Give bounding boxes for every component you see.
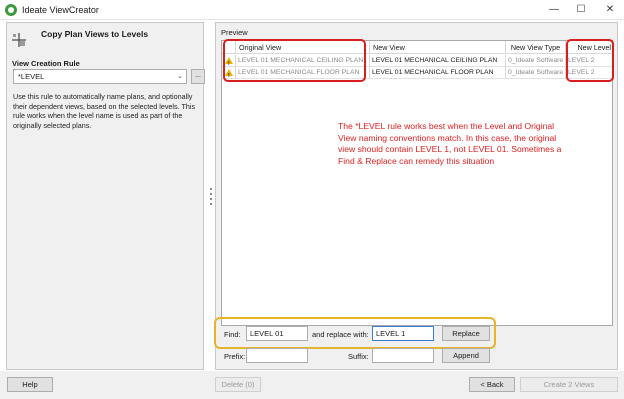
append-button[interactable]: Append (442, 348, 490, 363)
suffix-label: Suffix: (348, 352, 369, 361)
original-view-highlight (223, 39, 366, 82)
prefix-input[interactable] (246, 348, 308, 363)
rule-value: *LEVEL (18, 72, 45, 81)
column-header-new-view[interactable]: New View (370, 41, 506, 54)
rule-description: Use this rule to automatically name plan… (13, 92, 196, 130)
rule-panel: Copy Plan Views to Levels View Creation … (6, 22, 205, 370)
title-bar: Ideate ViewCreator — ☐ ✕ (0, 0, 624, 20)
create-views-button[interactable]: Create 2 Views (520, 377, 618, 392)
prefix-label: Prefix: (224, 352, 246, 361)
plan-view-crosshair-icon (11, 32, 27, 48)
panel-splitter-handle[interactable] (209, 188, 212, 208)
preview-panel: Preview Original View New View New View … (214, 22, 618, 370)
new-view-type-cell[interactable]: 0_Ideate Software (506, 67, 566, 79)
new-view-cell[interactable]: LEVEL 01 MECHANICAL FLOOR PLAN (370, 67, 506, 79)
chevron-down-icon: ⌄ (177, 73, 183, 80)
close-button[interactable]: ✕ (596, 0, 624, 20)
annotation-callout: The *LEVEL rule works best when the Leve… (338, 121, 562, 166)
maximize-button[interactable]: ☐ (567, 0, 595, 20)
new-view-cell[interactable]: LEVEL 01 MECHANICAL CEILING PLAN (370, 55, 506, 67)
ideate-logo-icon (5, 4, 17, 16)
minimize-button[interactable]: — (540, 0, 568, 20)
preview-grid: Original View New View New View Type New… (221, 40, 614, 326)
suffix-input[interactable] (372, 348, 434, 363)
back-button[interactable]: < Back (469, 377, 515, 392)
view-creation-rule-dropdown[interactable]: *LEVEL ⌄ (13, 69, 187, 84)
new-level-highlight (566, 39, 614, 82)
edit-rule-button[interactable]: ... (191, 69, 205, 84)
view-creation-rule-label: View Creation Rule (12, 59, 80, 68)
find-replace-highlight (214, 317, 496, 349)
window-title: Ideate ViewCreator (22, 5, 99, 15)
new-view-type-cell[interactable]: 0_Ideate Software (506, 55, 566, 67)
help-button[interactable]: Help (7, 377, 53, 392)
column-header-new-view-type[interactable]: New View Type (506, 41, 566, 54)
preview-label: Preview (221, 28, 248, 37)
page-title: Copy Plan Views to Levels (41, 29, 149, 39)
delete-button[interactable]: Delete (0) (215, 377, 261, 392)
